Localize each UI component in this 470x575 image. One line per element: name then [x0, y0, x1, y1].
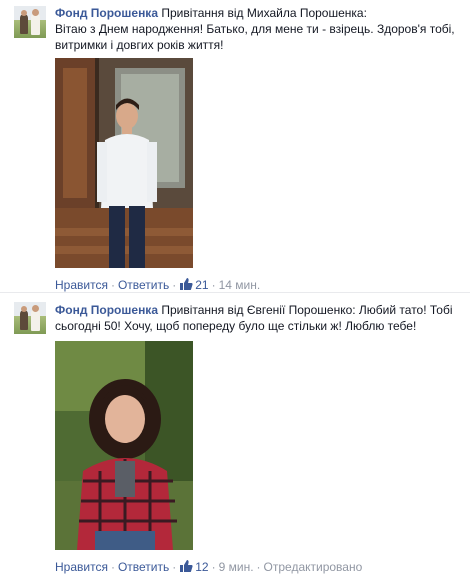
thumbs-up-icon	[180, 560, 193, 572]
author-avatar[interactable]	[14, 6, 46, 38]
comment-text: Фонд Порошенка Привітання від Михайла По…	[55, 5, 458, 53]
thumbs-up-icon	[180, 278, 193, 290]
comment-2: Фонд Порошенка Привітання від Євгенії По…	[0, 293, 470, 574]
comment-line: витримки і довгих років життя!	[55, 38, 224, 52]
like-link[interactable]: Нравится	[55, 560, 108, 574]
girl-photo-image	[55, 341, 193, 550]
like-link[interactable]: Нравится	[55, 278, 108, 292]
reply-link[interactable]: Ответить	[118, 278, 169, 292]
likes-count-link[interactable]: 21	[179, 278, 209, 292]
likes-count: 12	[195, 560, 209, 574]
comment-actions: Нравится · Ответить · 21 · 14 мин.	[55, 278, 261, 292]
comment-photo[interactable]	[55, 341, 193, 550]
comment-actions: Нравится · Ответить · 12 · 9 мин. · Отредактиров…	[55, 560, 363, 574]
edited-label[interactable]: Отредактировано	[264, 560, 363, 574]
likes-count: 21	[195, 278, 209, 292]
likes-count-link[interactable]: 12	[179, 560, 209, 574]
author-avatar[interactable]	[14, 302, 46, 334]
author-name[interactable]: Фонд Порошенка	[55, 303, 158, 317]
comment-time[interactable]: 14 мин.	[219, 278, 261, 292]
comment-text: Фонд Порошенка Привітання від Євгенії По…	[55, 302, 458, 334]
boy-photo-image	[55, 58, 193, 268]
comment-line: Привітання від Євгенії Порошенко: Любий …	[161, 303, 453, 317]
reply-link[interactable]: Ответить	[118, 560, 169, 574]
comment-line: сьогодні 50! Хочу, щоб попереду було ще …	[55, 319, 417, 333]
author-name[interactable]: Фонд Порошенка	[55, 6, 158, 20]
comment-line: Привітання від Михайла Порошенка:	[161, 6, 367, 20]
comment-line: Вітаю з Днем народження! Батько, для мен…	[55, 22, 455, 36]
comment-photo[interactable]	[55, 58, 193, 268]
comment-1: Фонд Порошенка Привітання від Михайла По…	[0, 0, 470, 292]
comment-time[interactable]: 9 мин.	[219, 560, 254, 574]
